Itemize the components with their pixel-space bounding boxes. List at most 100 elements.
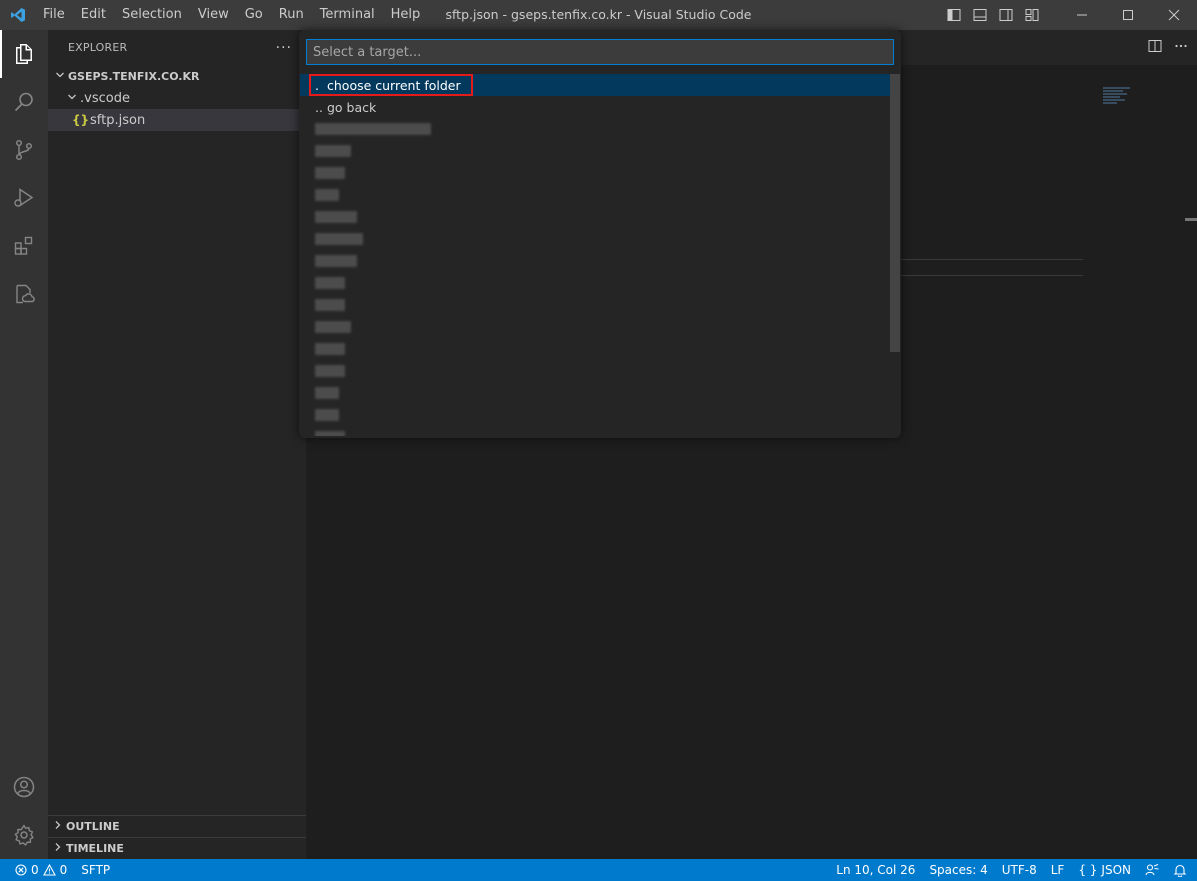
redacted-label [315, 211, 357, 223]
outline-label: OUTLINE [66, 820, 120, 833]
search-icon[interactable] [0, 78, 48, 126]
quick-pick-item-redacted[interactable] [300, 294, 890, 316]
menu-bar: File Edit Selection View Go Run Terminal… [35, 0, 428, 30]
quick-pick-item-redacted[interactable] [300, 228, 890, 250]
tree-folder-vscode[interactable]: .vscode [48, 87, 306, 109]
quick-pick-item-redacted[interactable] [300, 338, 890, 360]
explorer-header: EXPLORER ··· [48, 30, 306, 65]
timeline-section[interactable]: TIMELINE [48, 837, 306, 859]
quick-pick-item-redacted[interactable] [300, 272, 890, 294]
menu-selection[interactable]: Selection [114, 0, 190, 30]
json-file-icon: {} [72, 113, 90, 127]
explorer-title: EXPLORER [68, 41, 128, 54]
menu-view[interactable]: View [190, 0, 237, 30]
manage-gear-icon[interactable] [0, 811, 48, 859]
minimap[interactable] [1103, 87, 1137, 111]
quick-pick-item-redacted[interactable] [300, 250, 890, 272]
item-label: choose current folder [327, 77, 461, 93]
quick-pick-item-redacted[interactable] [300, 162, 890, 184]
menu-terminal[interactable]: Terminal [312, 0, 383, 30]
redacted-label [315, 255, 357, 267]
redacted-label [315, 431, 345, 436]
quick-pick-item-redacted[interactable] [300, 316, 890, 338]
tree-file-sftp-json[interactable]: {} sftp.json [48, 109, 306, 131]
remote-explorer-icon[interactable] [0, 270, 48, 318]
vscode-logo-icon[interactable] [0, 0, 35, 30]
chevron-down-icon [52, 70, 68, 83]
tree-folder-label: .vscode [80, 90, 130, 106]
quick-pick-list: . choose current folder .. go back [300, 74, 890, 436]
quick-pick-item-redacted[interactable] [300, 140, 890, 162]
indentation-status[interactable]: Spaces: 4 [922, 859, 994, 881]
workspace-root[interactable]: GSEPS.TENFIX.CO.KR [48, 65, 306, 87]
editor-actions [1147, 30, 1189, 65]
quick-pick-item-go-back[interactable]: .. go back [300, 96, 890, 118]
extensions-icon[interactable] [0, 222, 48, 270]
redacted-label [315, 343, 345, 355]
eol-status[interactable]: LF [1044, 859, 1072, 881]
chevron-right-icon [50, 842, 66, 855]
toggle-primary-sidebar-icon[interactable] [941, 0, 967, 30]
title-bar: File Edit Selection View Go Run Terminal… [0, 0, 1197, 30]
menu-go[interactable]: Go [237, 0, 271, 30]
editor-more-actions-icon[interactable] [1173, 38, 1189, 58]
language-label: JSON [1101, 863, 1131, 877]
customize-layout-icon[interactable] [1019, 0, 1045, 30]
account-icon[interactable] [0, 763, 48, 811]
quick-pick-item-redacted[interactable] [300, 360, 890, 382]
encoding-status[interactable]: UTF-8 [995, 859, 1044, 881]
redacted-label [315, 409, 339, 421]
quick-pick-item-redacted[interactable] [300, 382, 890, 404]
explorer-more-actions-icon[interactable]: ··· [276, 40, 292, 56]
highlight-box: . choose current folder [309, 74, 473, 96]
quick-pick-item-current-folder[interactable]: . choose current folder [300, 74, 890, 96]
explorer-sidebar: EXPLORER ··· GSEPS.TENFIX.CO.KR .vscode … [48, 30, 306, 859]
item-prefix: .. [315, 99, 323, 115]
error-count: 0 [31, 863, 39, 877]
redacted-label [315, 321, 351, 333]
toggle-panel-icon[interactable] [967, 0, 993, 30]
vscode-window: File Edit Selection View Go Run Terminal… [0, 0, 1197, 881]
quick-pick-scrollbar[interactable] [890, 74, 900, 352]
quick-pick-item-redacted[interactable] [300, 404, 890, 426]
warning-icon [42, 864, 56, 876]
redacted-label [315, 387, 339, 399]
warning-count: 0 [59, 863, 68, 877]
redacted-label [315, 123, 431, 135]
quick-pick-item-redacted[interactable] [300, 426, 890, 436]
notifications-bell-icon[interactable] [1166, 859, 1197, 881]
editor-divider [900, 275, 1083, 276]
json-language-icon: { } [1078, 863, 1098, 877]
tree-file-label: sftp.json [90, 112, 146, 128]
problems-status[interactable]: 0 0 [8, 859, 74, 881]
split-editor-icon[interactable] [1147, 38, 1163, 58]
sftp-status[interactable]: SFTP [74, 859, 117, 881]
source-control-icon[interactable] [0, 126, 48, 174]
outline-section[interactable]: OUTLINE [48, 815, 306, 837]
activity-bar [0, 30, 48, 859]
chevron-down-icon [64, 92, 80, 105]
minimize-icon[interactable] [1059, 0, 1105, 30]
quick-pick-item-redacted[interactable] [300, 118, 890, 140]
redacted-label [315, 233, 363, 245]
redacted-label [315, 365, 345, 377]
files-icon[interactable] [0, 30, 48, 78]
menu-edit[interactable]: Edit [73, 0, 114, 30]
close-icon[interactable] [1151, 0, 1197, 30]
menu-help[interactable]: Help [383, 0, 429, 30]
toggle-secondary-sidebar-icon[interactable] [993, 0, 1019, 30]
editor-divider [900, 259, 1083, 260]
menu-run[interactable]: Run [271, 0, 312, 30]
run-debug-icon[interactable] [0, 174, 48, 222]
quick-pick-input[interactable] [306, 39, 894, 65]
quick-pick-item-redacted[interactable] [300, 206, 890, 228]
editor-scrollbar[interactable] [1185, 218, 1197, 221]
cursor-position[interactable]: Ln 10, Col 26 [829, 859, 922, 881]
quick-pick-item-redacted[interactable] [300, 184, 890, 206]
item-prefix: . [315, 77, 319, 93]
feedback-icon[interactable] [1138, 859, 1166, 881]
menu-file[interactable]: File [35, 0, 73, 30]
maximize-icon[interactable] [1105, 0, 1151, 30]
language-mode[interactable]: { } JSON [1071, 859, 1138, 881]
redacted-label [315, 145, 351, 157]
